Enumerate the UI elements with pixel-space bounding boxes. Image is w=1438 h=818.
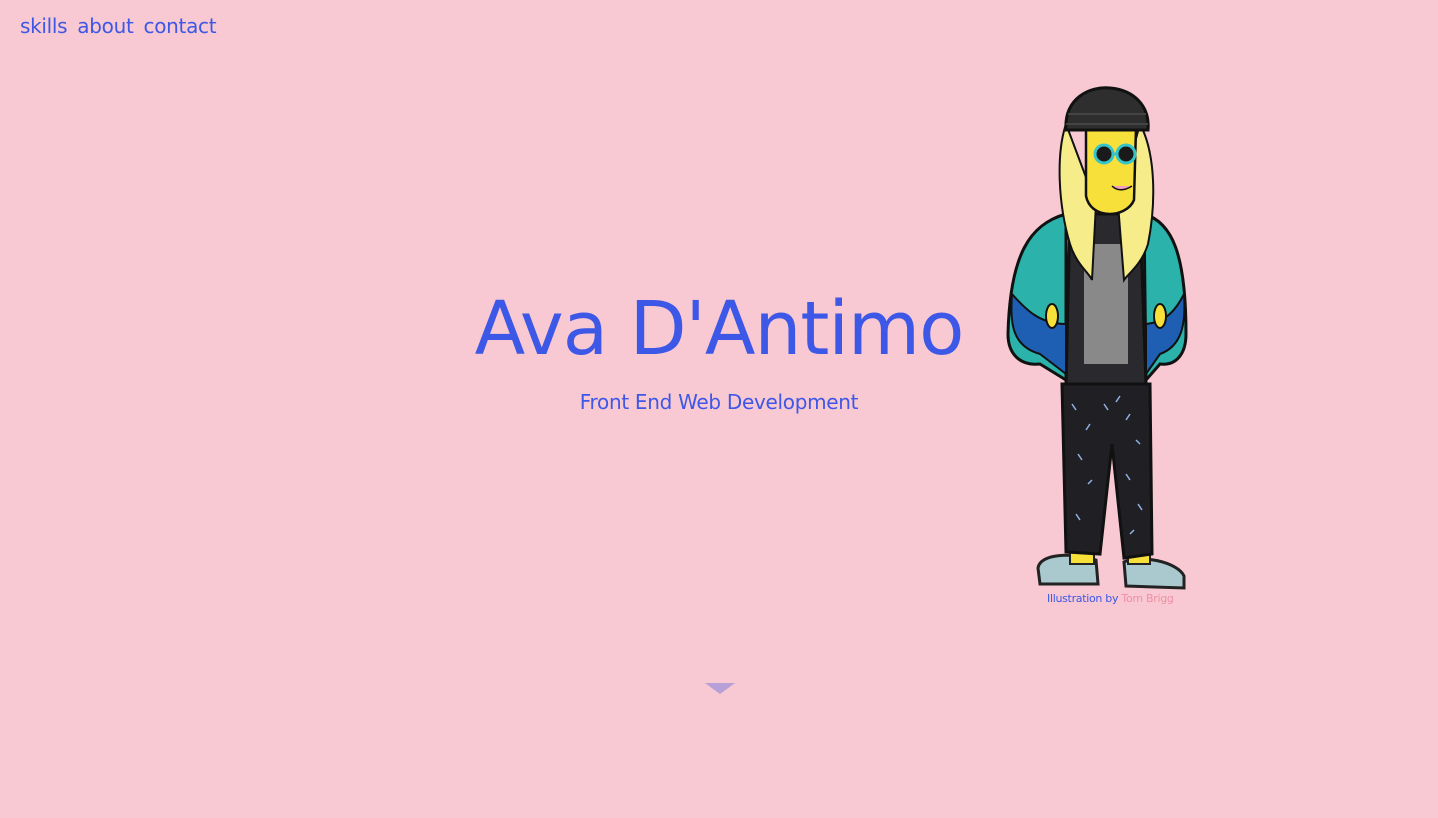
character-illustration: [1006, 86, 1188, 590]
page-subtitle: Front End Web Development: [579, 390, 859, 414]
main-nav: skills about contact: [20, 14, 217, 38]
illustration-credit: Illustration by Tom Brigg: [1047, 592, 1174, 605]
scroll-down-arrow-icon[interactable]: [705, 683, 735, 694]
nav-link-about[interactable]: about: [77, 14, 134, 38]
credit-artist-link[interactable]: Tom Brigg: [1121, 592, 1173, 605]
credit-prefix: Illustration by: [1047, 592, 1119, 605]
nav-link-skills[interactable]: skills: [20, 14, 68, 38]
page-title: Ava D'Antimo: [474, 286, 965, 372]
nav-link-contact[interactable]: contact: [144, 14, 217, 38]
